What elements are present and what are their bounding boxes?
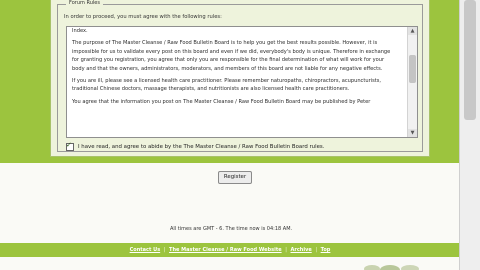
rules-paragraph: If you are ill, please see a licensed he…: [72, 78, 382, 93]
forum-rules-legend: Forum Rules: [66, 0, 103, 6]
rules-scroll-thumb[interactable]: [409, 55, 416, 83]
footer-link-website[interactable]: The Master Cleanse / Raw Food Website: [169, 247, 282, 253]
rules-container: Forum Rules In order to proceed, you mus…: [50, 0, 430, 157]
time-info: All times are GMT - 6. The time now is 0…: [170, 226, 293, 232]
rules-paragraph: Index.: [72, 28, 88, 34]
agree-label[interactable]: I have read, and agree to abide by the T…: [78, 144, 324, 150]
registration-panel: Forum Rules In order to proceed, you mus…: [0, 0, 460, 163]
footer-separator: |: [285, 247, 287, 253]
footer-bar: Contact Us | The Master Cleanse / Raw Fo…: [0, 243, 460, 257]
rules-scrollbar[interactable]: ▲ ▼: [407, 27, 417, 137]
decorative-leaf-image: [364, 265, 419, 270]
register-button[interactable]: Register: [218, 171, 252, 184]
footer-separator: |: [163, 247, 166, 253]
browser-scrollbar[interactable]: [459, 0, 480, 270]
footer-link-contact-us[interactable]: Contact Us: [130, 247, 161, 253]
rules-intro-text: In order to proceed, you must agree with…: [64, 14, 222, 20]
rules-text: Index. The purpose of The Master Cleanse…: [72, 27, 397, 110]
footer-links: Contact Us | The Master Cleanse / Raw Fo…: [0, 243, 460, 257]
scroll-down-arrow-icon[interactable]: ▼: [408, 129, 417, 137]
browser-scroll-thumb[interactable]: [464, 0, 476, 120]
rules-paragraph: You agree that the information you post …: [72, 98, 371, 105]
agree-row: ✓ I have read, and agree to abide by the…: [66, 141, 324, 151]
rules-textarea[interactable]: Index. The purpose of The Master Cleanse…: [66, 26, 418, 138]
checkmark-icon: ✓: [66, 141, 72, 149]
forum-rules-fieldset: Forum Rules In order to proceed, you mus…: [57, 0, 423, 152]
page: Forum Rules In order to proceed, you mus…: [0, 0, 480, 270]
footer-separator: |: [315, 247, 318, 253]
footer-link-top[interactable]: Top: [321, 247, 331, 253]
rules-paragraph: The purpose of The Master Cleanse / Raw …: [72, 40, 391, 72]
footer-link-archive[interactable]: Archive: [291, 247, 312, 253]
scroll-up-arrow-icon[interactable]: ▲: [408, 27, 417, 35]
agree-checkbox[interactable]: ✓: [66, 141, 74, 151]
